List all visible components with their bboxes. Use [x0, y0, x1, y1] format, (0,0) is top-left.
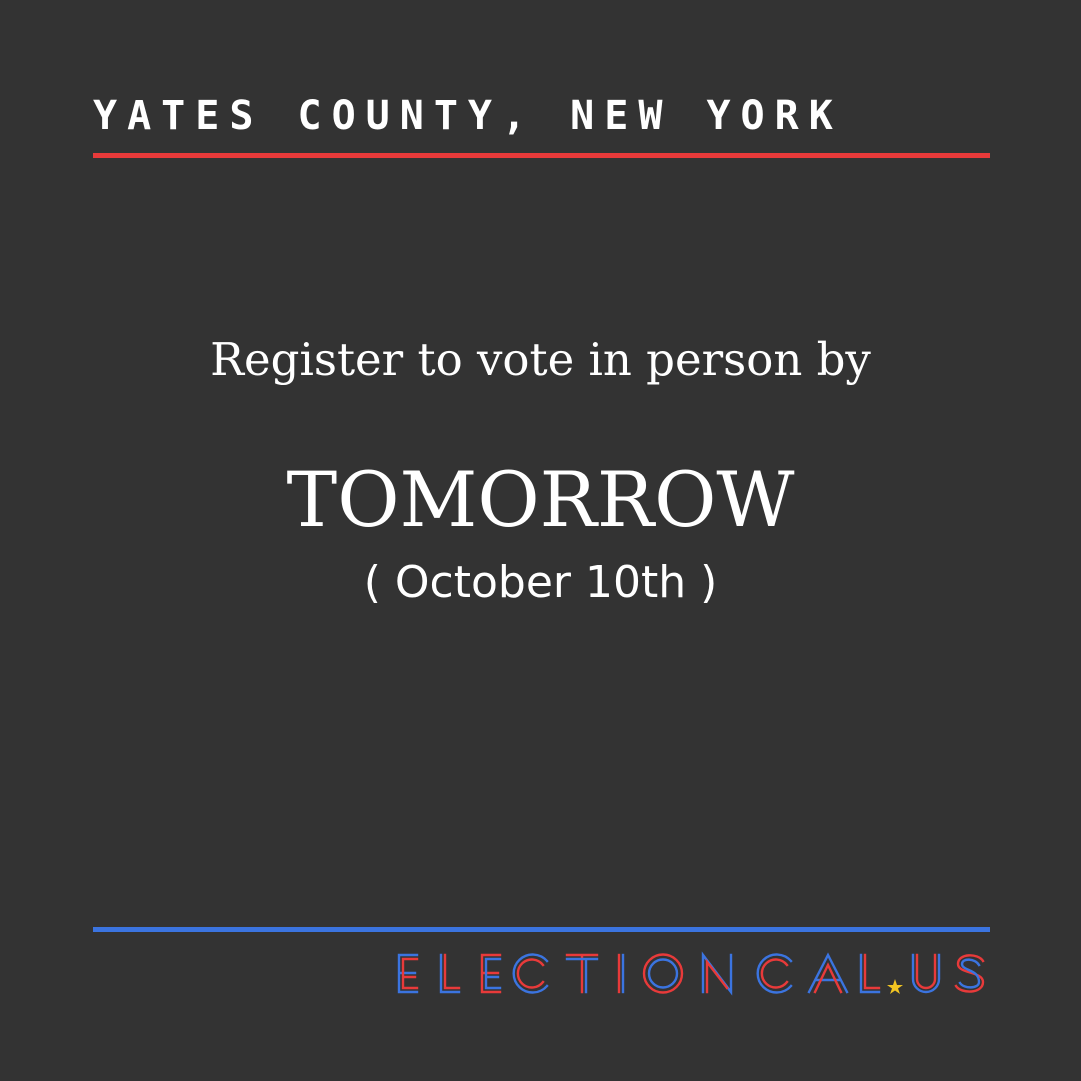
star-icon: [887, 979, 903, 994]
logo-letter-s: [954, 954, 985, 993]
election-reminder-card: YATES COUNTY, NEW YORK Register to vote …: [0, 0, 1081, 1081]
county-heading: YATES COUNTY, NEW YORK: [93, 93, 843, 139]
logo-letter-c: [512, 953, 549, 994]
logo-letter-n: [701, 951, 733, 996]
logo-letter-o: [642, 953, 684, 994]
logo-letter-a: [807, 952, 849, 994]
registration-message: Register to vote in person by: [210, 333, 871, 386]
logo-letter-l: [859, 953, 881, 994]
logo-letter-e: [480, 953, 502, 994]
logo-letter-l: [439, 953, 461, 994]
logo-letter-i: [617, 953, 625, 994]
red-divider: [93, 153, 990, 158]
electioncal-logo: [397, 951, 985, 996]
logo-letter-c: [756, 953, 793, 994]
logo-letter-e: [397, 953, 419, 994]
logo-letter-u: [911, 953, 941, 994]
deadline-text: TOMORROW: [286, 455, 795, 544]
blue-divider: [93, 927, 990, 932]
deadline-date: ( October 10th ): [363, 557, 718, 608]
logo-letter-t: [565, 953, 599, 994]
